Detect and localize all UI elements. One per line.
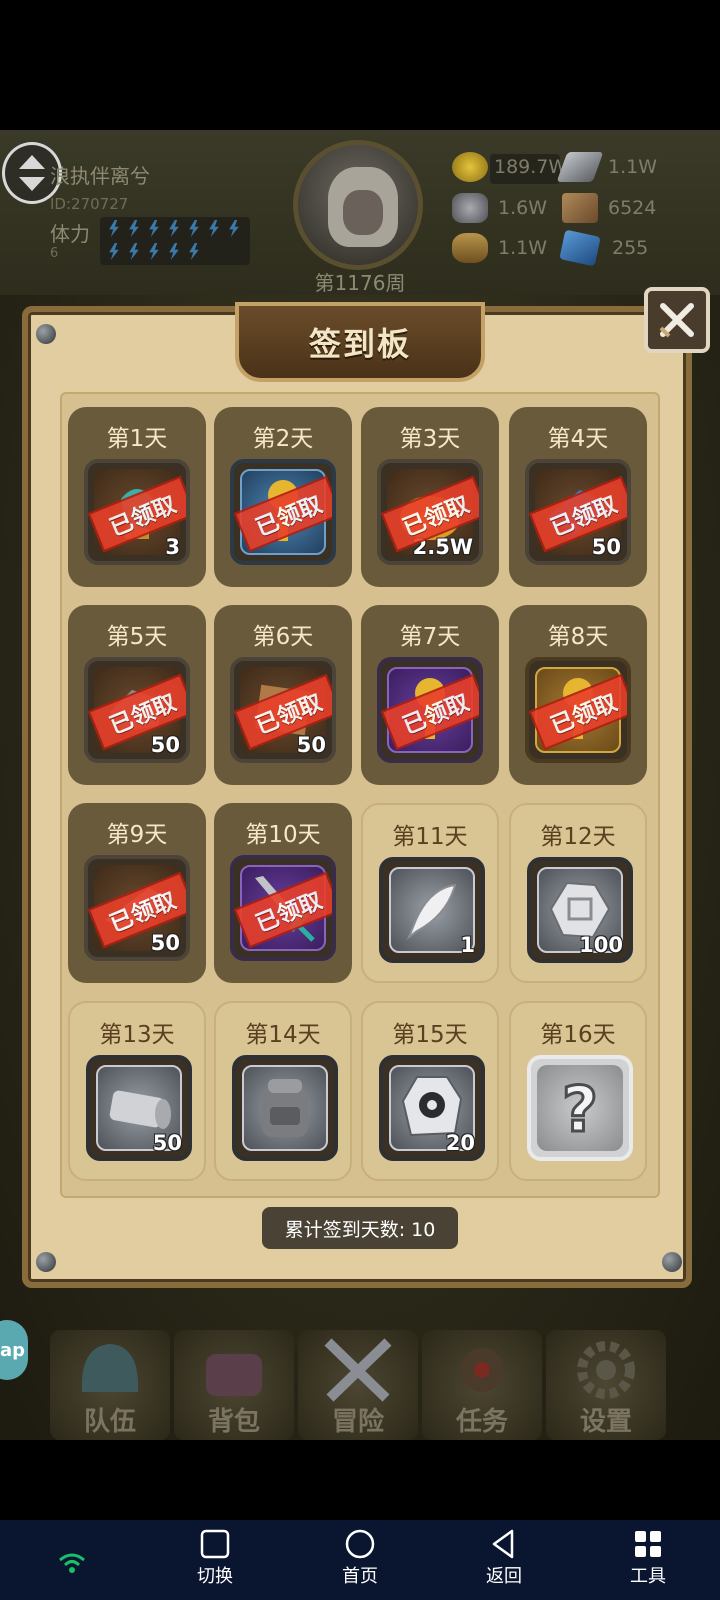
svg-text:?: ? <box>562 1073 598 1143</box>
day-1-cell[interactable]: 第1天 3 已领取 <box>68 407 206 587</box>
day-9-cell[interactable]: 第9天 50 已领取 <box>68 803 206 983</box>
system-navbar: 切换 首页 返回 工具 <box>0 1520 720 1600</box>
helmet-icon <box>81 1344 139 1392</box>
resource-gold: 189.7W <box>452 152 567 182</box>
rivet <box>662 1252 682 1272</box>
lightning-icon <box>129 220 139 237</box>
resource-wood: 1.1W <box>452 233 547 263</box>
lightning-icon <box>109 243 119 260</box>
crossed-swords-icon <box>324 1338 392 1402</box>
rivet <box>36 324 56 344</box>
lightning-icon <box>109 220 119 237</box>
bottom-game-menu: 队伍 背包 冒险 任务 设置 <box>40 1330 710 1440</box>
iron-ingot-icon <box>556 152 604 182</box>
resource-crystal: 255 <box>559 229 648 267</box>
lightning-icon <box>169 220 179 237</box>
stamina-value: 6 <box>50 246 59 261</box>
menu-settings[interactable]: 设置 <box>546 1330 666 1440</box>
crossed-swords-close-icon <box>659 303 694 338</box>
day-11-cell[interactable]: 第11天 1 <box>361 803 499 983</box>
lightning-icon <box>189 243 199 260</box>
gear-icon <box>577 1341 635 1399</box>
mystery-icon: ? <box>561 1073 600 1143</box>
stamina-label: 体力 <box>50 222 90 246</box>
back-triangle-icon <box>492 1529 514 1559</box>
day-8-cell[interactable]: 第8天 已领取 <box>509 605 647 785</box>
menu-team[interactable]: 队伍 <box>50 1330 170 1440</box>
wood-icon <box>452 233 488 263</box>
day-14-cell[interactable]: 第14天 <box>214 1001 352 1181</box>
day-7-cell[interactable]: 第7天 已领取 <box>361 605 499 785</box>
side-tab[interactable]: ap <box>0 1320 28 1380</box>
day-10-cell[interactable]: 第10天 已领取 <box>214 803 352 983</box>
day-6-cell[interactable]: 第6天 50 已领取 <box>214 605 352 785</box>
log-icon <box>109 1090 171 1129</box>
day-3-cell[interactable]: 第3天 2.5W 已领取 <box>361 407 499 587</box>
stamina-bar <box>100 217 250 265</box>
cloth-icon <box>562 193 598 223</box>
menu-bag[interactable]: 背包 <box>174 1330 294 1440</box>
close-button[interactable] <box>644 287 710 353</box>
nav-home[interactable]: 首页 <box>315 1528 405 1594</box>
week-label: 第1176周 <box>314 271 406 295</box>
bag-icon <box>206 1354 262 1396</box>
menu-tasks[interactable]: 任务 <box>422 1330 542 1440</box>
rivet <box>36 1252 56 1272</box>
day-4-cell[interactable]: 第4天 50 已领取 <box>509 407 647 587</box>
avatar[interactable] <box>293 140 423 270</box>
resource-iron: 1.1W <box>556 152 657 182</box>
day-5-cell[interactable]: 第5天 50 已领取 <box>68 605 206 785</box>
lightning-icon <box>129 243 139 260</box>
day-16-cell[interactable]: 第16天 ? <box>509 1001 647 1181</box>
backpack-icon <box>262 1079 308 1137</box>
day-12-cell[interactable]: 第12天 100 <box>509 803 647 983</box>
feather-icon <box>406 883 457 940</box>
square-icon <box>200 1529 230 1559</box>
nav-switch[interactable]: 切换 <box>170 1528 260 1594</box>
expand-icon <box>19 155 45 191</box>
lightning-icon <box>209 220 219 237</box>
lightning-icon <box>189 220 199 237</box>
menu-adventure[interactable]: 冒险 <box>298 1330 418 1440</box>
nav-back[interactable]: 返回 <box>459 1528 549 1594</box>
task-icon <box>460 1348 504 1392</box>
wifi-icon <box>59 1553 85 1573</box>
grid-icon <box>635 1531 661 1557</box>
nav-tools[interactable]: 工具 <box>603 1528 693 1594</box>
player-id: ID:270727 <box>50 195 129 213</box>
player-name: 浪执伴离兮 <box>50 164 150 188</box>
day-13-cell[interactable]: 第13天 50 <box>68 1001 206 1181</box>
stone-icon <box>452 193 488 223</box>
lightning-icon <box>149 243 159 260</box>
panel-title-plate: 签到板 <box>235 302 485 382</box>
lightning-icon <box>149 220 159 237</box>
resource-stone: 1.6W <box>452 193 547 223</box>
day-2-cell[interactable]: 第2天 已领取 <box>214 407 352 587</box>
lightning-icon <box>229 220 239 237</box>
total-sign-in-days: 累计签到天数: 10 <box>262 1207 458 1249</box>
day-15-cell[interactable]: 第15天 20 <box>361 1001 499 1181</box>
crystal-icon <box>559 229 601 267</box>
circle-home-icon <box>345 1529 375 1559</box>
game-screen: { "header": { "player_name": "浪执伴离兮", "p… <box>0 0 720 1600</box>
gold-coin-icon <box>452 152 488 182</box>
resource-cloth: 6524 <box>562 193 656 223</box>
lightning-icon <box>169 243 179 260</box>
panel-title: 签到板 <box>308 325 411 363</box>
